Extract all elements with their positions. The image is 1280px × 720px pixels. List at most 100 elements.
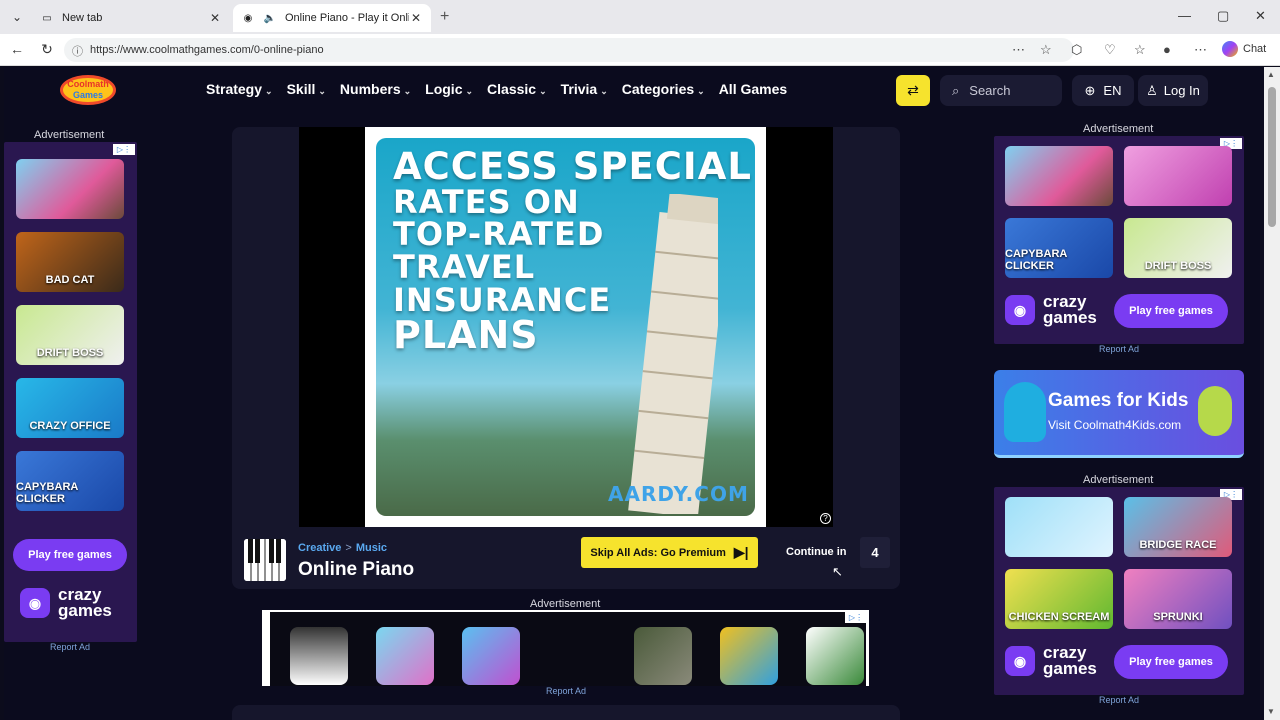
scroll-down-icon[interactable]: ▼ (1267, 707, 1275, 716)
nav-strategy[interactable]: Strategy ⌄ (206, 81, 273, 97)
game-thumb-race[interactable] (1005, 146, 1113, 206)
preroll-travel-ad[interactable]: ACCESS SPECIAL RATES ON TOP-RATED TRAVEL… (365, 127, 766, 527)
new-tab-button[interactable]: + (440, 8, 449, 26)
scrollbar-thumb[interactable] (1268, 87, 1276, 227)
report-ad-link[interactable]: Report Ad (1099, 344, 1139, 354)
login-button[interactable]: ♙ Log In (1138, 75, 1208, 106)
favorite-star-icon[interactable]: ☆ (1040, 42, 1052, 58)
continue-label: Continue in (786, 546, 847, 558)
close-tab-icon[interactable]: ✕ (409, 11, 423, 25)
chat-label: Chat (1243, 43, 1267, 55)
extensions-icon[interactable]: ⬡ (1071, 42, 1082, 58)
crazygames-icon: ◉ (1005, 295, 1035, 326)
tab-list-chevron-icon[interactable]: ⌄ (6, 6, 28, 28)
tab-online-piano[interactable]: ◉ 🔈 Online Piano - Play it Online a ✕ (233, 4, 431, 32)
copilot-chat-button[interactable]: Chat (1222, 41, 1266, 57)
game-thumb-bridge-race[interactable]: BRIDGE RACE (1124, 497, 1232, 557)
site-info-icon[interactable]: ⓘ (72, 43, 83, 59)
random-game-button[interactable]: ⇄ (896, 75, 930, 106)
tab-new-tab[interactable]: ▭ New tab ✕ (32, 4, 230, 32)
left-ad[interactable]: ▷⋮ BAD CAT DRIFT BOSS CRAZY OFFICE CAPYB… (4, 142, 137, 642)
play-free-games-button[interactable]: Play free games (13, 539, 127, 571)
report-ad-link[interactable]: Report Ad (1099, 695, 1139, 705)
svg-text:Coolmath: Coolmath (67, 79, 109, 89)
go-premium-button[interactable]: Skip All Ads: Go Premium ▶| (581, 537, 758, 568)
close-tab-icon[interactable]: ✕ (208, 11, 222, 25)
coolmath-logo[interactable]: Coolmath Games (59, 73, 117, 107)
nav-skill[interactable]: Skill ⌄ (287, 81, 326, 97)
game-thumb-chicken-scream[interactable]: CHICKEN SCREAM (1005, 569, 1113, 629)
mouse-cursor-icon: ↖ (832, 564, 843, 579)
right-ad-top[interactable]: ▷⋮ CAPYBARA CLICKER DRIFT BOSS ◉ crazy ga… (994, 136, 1244, 344)
scroll-up-icon[interactable]: ▲ (1267, 70, 1275, 79)
breadcrumb-music[interactable]: Music (356, 542, 387, 554)
profile-avatar-icon[interactable]: ● (1163, 42, 1171, 57)
game-thumb-tiles[interactable] (1124, 146, 1232, 206)
reload-icon[interactable]: ↻ (38, 41, 56, 58)
game-thumb-drift-boss[interactable]: DRIFT BOSS (16, 305, 124, 365)
maximize-icon[interactable]: ▢ (1217, 8, 1229, 24)
browser-essentials-icon[interactable]: ♡ (1104, 42, 1116, 58)
globe-icon: ⊕ (1084, 82, 1096, 98)
game-thumb-drift-boss[interactable]: DRIFT BOSS (1124, 218, 1232, 278)
user-icon: ♙ (1146, 82, 1158, 98)
ad-app-tiles-3[interactable] (376, 627, 434, 685)
game-thumb-runner[interactable] (1005, 497, 1113, 557)
shuffle-icon: ⇄ (907, 82, 919, 98)
favorites-icon[interactable]: ☆ (1134, 42, 1146, 58)
game-thumb-bad-cat[interactable]: BAD CAT (16, 232, 124, 292)
tab-title: New tab (62, 12, 103, 24)
ad-app-car[interactable] (634, 627, 692, 685)
url-field[interactable]: ⓘ https://www.coolmathgames.com/0-online… (64, 38, 1074, 62)
play-free-games-button[interactable]: Play free games (1114, 645, 1228, 679)
nav-all-games[interactable]: All Games (719, 81, 787, 97)
ad-info-icon[interactable]: ? (820, 513, 831, 524)
speaker-icon[interactable]: 🔈 (263, 11, 277, 25)
address-bar-row: ← ↻ ⓘ https://www.coolmathgames.com/0-on… (0, 34, 1280, 66)
countdown-badge: 4 (860, 537, 890, 568)
search-placeholder: Search (969, 83, 1011, 98)
ad-app-geometry[interactable] (720, 627, 778, 685)
nav-categories[interactable]: Categories ⌄ (622, 81, 705, 97)
close-window-icon[interactable]: ✕ (1255, 8, 1266, 24)
language-button[interactable]: ⊕ EN (1072, 75, 1134, 106)
nav-logic[interactable]: Logic ⌄ (425, 81, 473, 97)
nav-classic[interactable]: Classic ⌄ (487, 81, 547, 97)
minimize-icon[interactable]: — (1178, 8, 1191, 23)
ad-app-piano[interactable] (290, 627, 348, 685)
language-label: EN (1103, 83, 1122, 98)
site-header: Coolmath Games Strategy ⌄ Skill ⌄ Numbers ⌄… (4, 67, 1264, 115)
coolmath4kids-banner[interactable]: Games for Kids Visit Coolmath4Kids.com (994, 370, 1244, 458)
adchoices-icon[interactable]: ▷⋮ (845, 612, 867, 623)
right-ad-bottom[interactable]: ▷⋮ BRIDGE RACE CHICKEN SCREAM SPRUNKI ◉ … (994, 487, 1244, 695)
crazygames-logo: ◉ crazy games (1005, 644, 1097, 677)
game-thumb-race[interactable] (16, 159, 124, 219)
game-thumb-capybara[interactable]: CAPYBARA CLICKER (16, 451, 124, 511)
travel-ad-headline: ACCESS SPECIAL RATES ON TOP-RATED TRAVEL… (393, 145, 752, 358)
browser-tab-bar: ⌄ ▭ New tab ✕ ◉ 🔈 Online Piano - Play it… (0, 0, 1280, 34)
adchoices-icon[interactable]: ▷⋮ (113, 144, 135, 155)
settings-more-icon[interactable]: ⋯ (1194, 42, 1207, 58)
alien-mascot-icon (1198, 386, 1232, 436)
more-icon[interactable]: ⋯ (1012, 42, 1025, 58)
back-icon[interactable]: ← (8, 41, 26, 57)
ad-app-fc[interactable] (806, 627, 864, 685)
nav-trivia[interactable]: Trivia ⌄ (561, 81, 608, 97)
octopus-mascot-icon (1004, 382, 1046, 442)
copilot-icon (1222, 41, 1238, 57)
bottom-ad[interactable]: ▷⋮ (262, 610, 869, 686)
search-input[interactable]: ⌕ Search (940, 75, 1062, 106)
report-ad-link[interactable]: Report Ad (50, 642, 90, 652)
game-thumb-crazy-office[interactable]: CRAZY OFFICE (16, 378, 124, 438)
nav-numbers[interactable]: Numbers ⌄ (340, 81, 411, 97)
right-ad-label: Advertisement (1083, 474, 1154, 486)
report-ad-link[interactable]: Report Ad (546, 686, 586, 696)
game-thumb-sprunki[interactable]: SPRUNKI (1124, 569, 1232, 629)
main-nav: Strategy ⌄ Skill ⌄ Numbers ⌄ Logic ⌄ Classic… (206, 81, 801, 97)
play-free-games-button[interactable]: Play free games (1114, 294, 1228, 328)
ad-app-tiles-2[interactable] (462, 627, 520, 685)
breadcrumb-creative[interactable]: Creative (298, 542, 341, 554)
aardy-brand: AARDY.COM (608, 482, 749, 506)
page-scrollbar[interactable]: ▲ ▼ (1264, 67, 1280, 720)
game-thumb-capybara[interactable]: CAPYBARA CLICKER (1005, 218, 1113, 278)
